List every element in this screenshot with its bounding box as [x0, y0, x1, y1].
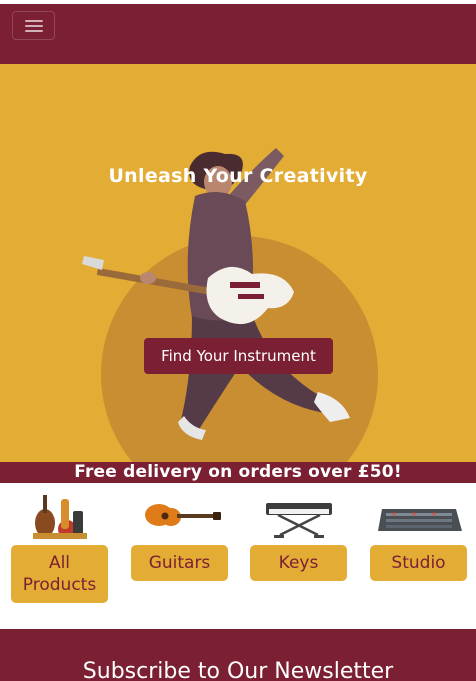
- hero-banner: Unleash Your Creativity Find Your Instru…: [0, 64, 476, 462]
- category-row: All Products Guitars Keys Studio: [0, 483, 476, 629]
- category-studio-button[interactable]: Studio: [370, 545, 467, 581]
- keyboard-icon: [265, 503, 332, 538]
- hamburger-line: [25, 30, 43, 32]
- instruments-group-icon: [32, 495, 87, 539]
- category-studio: Studio: [370, 493, 467, 581]
- category-all-products: All Products: [11, 493, 108, 603]
- hamburger-line: [25, 25, 43, 27]
- acoustic-guitar-icon: [144, 504, 221, 526]
- category-keys: Keys: [250, 493, 347, 581]
- hero-title: Unleash Your Creativity: [108, 165, 368, 187]
- mixing-console-icon: [377, 509, 462, 531]
- navbar: [0, 4, 476, 64]
- category-guitars-button[interactable]: Guitars: [131, 545, 228, 581]
- category-all-products-button[interactable]: All Products: [11, 545, 108, 603]
- free-delivery-banner: Free delivery on orders over £50!: [0, 462, 476, 483]
- category-guitars: Guitars: [131, 493, 228, 581]
- hamburger-menu-icon: [25, 20, 43, 22]
- navbar-toggle-button[interactable]: [12, 11, 55, 40]
- find-instrument-button[interactable]: Find Your Instrument: [144, 338, 333, 374]
- newsletter-title: Subscribe to Our Newsletter: [82, 659, 394, 681]
- newsletter-section: Subscribe to Our Newsletter: [0, 629, 476, 681]
- guitarist-jumping-image: [82, 148, 350, 440]
- category-keys-button[interactable]: Keys: [250, 545, 347, 581]
